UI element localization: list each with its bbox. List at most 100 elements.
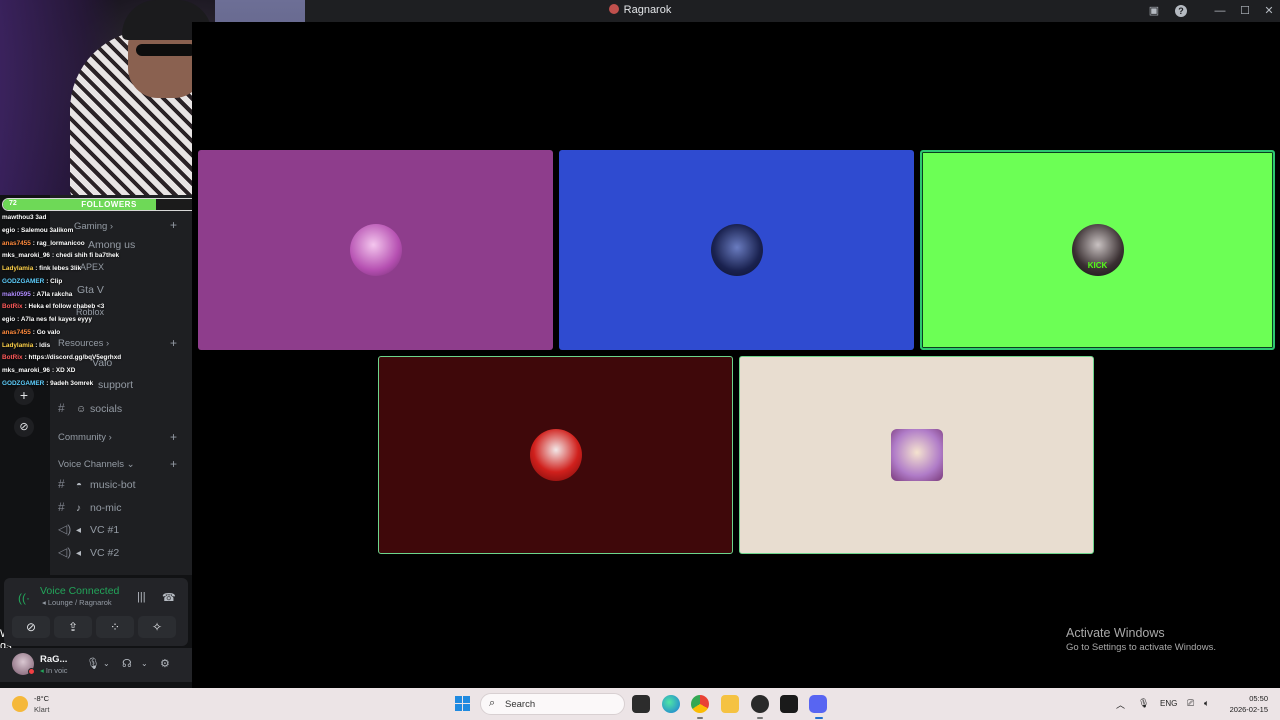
hash-icon: # (58, 477, 65, 491)
channel-vc1[interactable]: ◁) ◂ VC #1 (58, 522, 119, 536)
chat-username: anas7455 (2, 328, 31, 336)
category-community[interactable]: Community › (58, 432, 112, 443)
chat-text: Clip (50, 277, 63, 285)
chat-text: Go valo (36, 328, 61, 336)
soundboard-button[interactable]: ✧ (138, 616, 176, 638)
voice-panel: ((· Voice Connected ◂ Lounge / Ragnarok … (4, 578, 188, 646)
category-voice[interactable]: Voice Channels ⌄ (58, 459, 135, 470)
noise-suppression-icon[interactable]: ||| (137, 591, 146, 603)
category-community-label: Community (58, 432, 107, 443)
participant-tile-4[interactable] (378, 356, 733, 554)
edge-icon[interactable] (662, 695, 680, 713)
channel-no-mic[interactable]: # ♪ no-mic (58, 500, 122, 514)
user-panel: RaG... ◂ In voic 🎙︎ ⌄ ☊ ⌄ ⚙ (0, 648, 192, 682)
participant-tile-1[interactable] (198, 150, 553, 350)
chat-text: A7la rakcha (36, 290, 73, 298)
stream-chat-overlay: mawthou3 3ad egio: Salemou 3alikom anas745… (2, 214, 192, 393)
activate-title: Activate Windows (1066, 626, 1165, 640)
mic-options-chevron-icon[interactable]: ⌄ (103, 659, 110, 668)
channel-socials[interactable]: # ☺ socials (58, 401, 122, 415)
participant-tile-3[interactable]: KICK (920, 150, 1275, 350)
tray-mic-icon[interactable]: 🎙︎ (1138, 698, 1149, 709)
system-clock[interactable]: 05:50 2026-02-15 (1224, 693, 1268, 715)
video-stage (192, 22, 1280, 688)
camera-off-button[interactable]: ⊘ (12, 616, 50, 638)
chat-text: ldis (39, 341, 51, 349)
settings-gear-icon[interactable]: ⚙ (160, 657, 170, 670)
windows-logo-tl (455, 696, 462, 703)
chrome-icon[interactable] (691, 695, 709, 713)
windows-logo-br (463, 704, 470, 711)
kick-label: KICK (1087, 261, 1108, 270)
language-indicator[interactable]: ENG (1160, 699, 1177, 708)
voice-location[interactable]: ◂ Lounge / Ragnarok (42, 598, 112, 607)
channel-vc2-label: VC #2 (90, 547, 120, 559)
chat-username: GODZGAMER (2, 379, 45, 387)
chrome-running-indicator (697, 717, 703, 719)
discord-active-indicator (815, 717, 823, 719)
activities-button[interactable]: ⁘ (96, 616, 134, 638)
windows-logo-bl (455, 704, 462, 711)
maximize-button[interactable]: ☐ (1237, 3, 1253, 19)
chat-message: BotRix: Heka el follow chabeb <3 (2, 303, 192, 316)
help-icon[interactable]: ? (1175, 5, 1187, 17)
channel-music-bot[interactable]: # ◓ music-bot (58, 477, 136, 491)
headphones-icon[interactable]: ☊ (122, 657, 132, 670)
desktop: Ragnarok ▣ ? — ☐ ✕ + ⊘ Gaming › + Among … (0, 0, 1280, 720)
chat-username: BotRix (2, 354, 23, 362)
chat-message: anas7455: Go valo (2, 329, 192, 342)
chat-text: Heka el follow chabeb <3 (28, 303, 105, 311)
chat-message: Ladylamia: fink lebes 3lik (2, 265, 192, 278)
screen-share-button[interactable]: ⇪ (54, 616, 92, 638)
hash-icon: # (58, 401, 65, 415)
channel-vc2[interactable]: ◁) ◂ VC #2 (58, 545, 119, 559)
audio-options-chevron-icon[interactable]: ⌄ (141, 659, 148, 668)
signal-icon[interactable]: ((· (18, 591, 30, 605)
username[interactable]: RaG... (40, 654, 67, 665)
participant-tile-2[interactable] (559, 150, 914, 350)
chat-message: Ladylamia: ldis (2, 342, 192, 355)
chat-message: mawthou3 3ad (2, 214, 192, 227)
start-button[interactable] (455, 696, 471, 712)
obs-icon[interactable] (751, 695, 769, 713)
weather-temperature[interactable]: -8°C (34, 694, 49, 703)
chat-username: GODZGAMER (2, 277, 45, 285)
chat-message: mks_maroki_96: chedi shih fi ba7thek (2, 252, 192, 265)
weather-condition[interactable]: Klart (34, 705, 49, 714)
search-placeholder: Search (505, 699, 536, 710)
add-channel-voice-icon[interactable]: + (170, 457, 177, 471)
inbox-icon[interactable]: ▣ (1146, 3, 1162, 19)
chat-message: egio: A7la nes fel kayes eyyy (2, 316, 192, 329)
followers-goal-bar: 72 FOLLOWERS 100 (2, 198, 216, 211)
pink-anime-avatar (349, 224, 402, 276)
chat-text: Salemou 3alikom (21, 226, 74, 234)
category-voice-label: Voice Channels (58, 459, 125, 470)
add-channel-community-icon[interactable]: + (170, 430, 177, 444)
microphone-icon[interactable]: 🎙︎ (86, 657, 100, 670)
network-icon[interactable]: ⎚ (1187, 698, 1194, 709)
discover-icon[interactable]: ⊘ (14, 417, 34, 437)
channel-vc1-label: VC #1 (90, 524, 120, 536)
tray-chevron-icon[interactable]: ︿ (1116, 698, 1125, 711)
weather-icon[interactable] (12, 696, 28, 712)
voice-status[interactable]: Voice Connected (40, 585, 119, 597)
volume-icon[interactable]: 🔈︎ (1204, 698, 1209, 709)
disconnect-icon[interactable]: ☎ (162, 591, 176, 604)
minimize-button[interactable]: — (1212, 3, 1228, 19)
speaker-emoji-icon: ◂ (76, 525, 82, 536)
activate-windows-watermark: Activate Windows Go to Settings to activ… (1066, 626, 1216, 653)
window-title-text: Ragnarok (623, 4, 672, 16)
participant-tile-5[interactable] (739, 356, 1094, 554)
chat-message: BotRix: https://discord.gg/bqV5egrhxd (2, 354, 192, 367)
chat-username: anas7455 (2, 239, 31, 247)
followers-label: FOLLOWERS (81, 200, 137, 209)
discord-icon[interactable] (809, 695, 827, 713)
speaker-icon: ◁) (58, 522, 72, 536)
chat-username: BotRix (2, 303, 23, 311)
taskbar-search[interactable]: ⌕ Search (480, 693, 625, 715)
file-explorer-icon[interactable] (721, 695, 739, 713)
task-view-icon[interactable] (632, 695, 650, 713)
capcut-icon[interactable] (780, 695, 798, 713)
close-button[interactable]: ✕ (1261, 3, 1277, 19)
channel-music-bot-label: music-bot (90, 479, 136, 491)
